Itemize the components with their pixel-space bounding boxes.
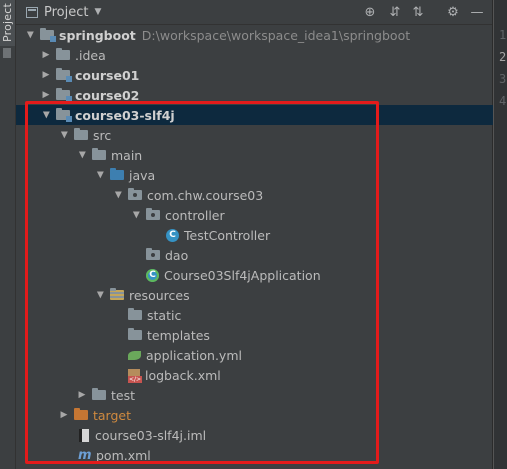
structure-icon[interactable] — [3, 48, 11, 58]
collapse-all-icon[interactable]: ⇅ — [409, 3, 427, 21]
tree-item-springboot[interactable]: ▶ springboot D:\workspace\workspace_idea… — [16, 25, 500, 45]
editor-gutter: 1 2 3 4 — [493, 0, 507, 469]
tree-item-label: .idea — [75, 47, 106, 63]
chevron-right-icon[interactable]: ▶ — [40, 70, 52, 80]
gear-icon[interactable]: ⚙ — [444, 3, 462, 21]
line-number: 4 — [499, 94, 507, 108]
locate-target-icon[interactable]: ⊕ — [361, 3, 379, 21]
tree-item-course01[interactable]: ▶ course01 — [16, 65, 507, 85]
project-path: D:\workspace\workspace_idea1\springboot — [141, 27, 411, 43]
panel-title: Project — [44, 4, 89, 20]
view-selector[interactable]: Project ▼ — [26, 3, 101, 21]
chevron-down-icon[interactable]: ▶ — [25, 29, 35, 41]
tree-item-idea[interactable]: ▶ .idea — [16, 45, 507, 65]
line-number: 3 — [499, 72, 507, 86]
folder-icon — [56, 48, 70, 60]
project-side-tab[interactable]: Project — [0, 0, 15, 46]
project-side-tab-label: Project — [1, 3, 14, 43]
chevron-right-icon[interactable]: ▶ — [40, 50, 52, 60]
chevron-down-icon: ▼ — [94, 7, 102, 17]
chevron-right-icon[interactable]: ▶ — [40, 90, 52, 100]
project-icon — [26, 6, 38, 18]
line-number: 2 — [499, 50, 507, 64]
module-folder-icon — [56, 88, 72, 102]
tool-window-strip: Project — [0, 0, 16, 469]
minimize-icon[interactable]: — — [468, 3, 486, 21]
expand-all-icon[interactable]: ⇵ — [386, 3, 404, 21]
tree-item-label: springboot — [59, 27, 136, 43]
line-number: 1 — [499, 28, 507, 42]
panel-header: Project ▼ ⊕ ⇵ ⇅ ⚙ — — [16, 0, 492, 25]
highlight-box — [25, 101, 379, 464]
module-folder-icon — [40, 28, 56, 42]
module-folder-icon — [56, 68, 72, 82]
tree-item-label: course01 — [75, 67, 140, 83]
